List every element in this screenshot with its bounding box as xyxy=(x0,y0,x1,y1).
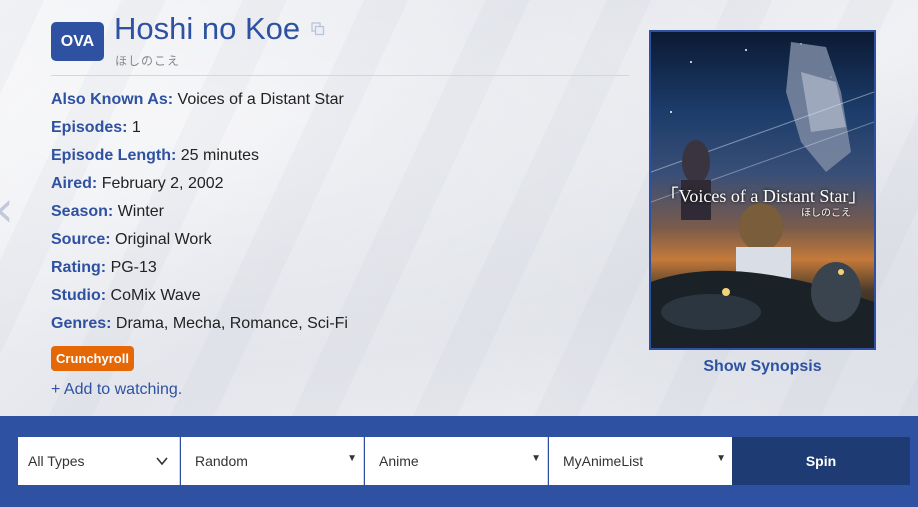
type-filter-select[interactable]: All Types xyxy=(18,437,180,485)
chevron-left-icon[interactable]: ‹ xyxy=(0,184,24,234)
info-row-source: Source: Original Work xyxy=(51,230,348,258)
info-value: Winter xyxy=(117,203,164,220)
info-row-aired: Aired: February 2, 2002 xyxy=(51,174,348,202)
info-key: Episodes: xyxy=(51,119,128,136)
type-badge: OVA xyxy=(51,22,104,61)
info-key: Aired: xyxy=(51,175,98,192)
info-row-episode-length: Episode Length: 25 minutes xyxy=(51,146,348,174)
source-filter-value: MyAnimeList xyxy=(563,453,644,469)
show-synopsis-button[interactable]: Show Synopsis xyxy=(649,358,876,376)
order-filter-value: Random xyxy=(195,453,248,469)
copy-icon[interactable] xyxy=(311,22,325,36)
info-key: Rating: xyxy=(51,259,107,276)
info-row-rating: Rating: PG-13 xyxy=(51,258,348,286)
info-value: 1 xyxy=(131,119,141,136)
caret-down-icon: ▼ xyxy=(347,453,357,464)
info-key: Source: xyxy=(51,231,111,248)
info-key: Studio: xyxy=(51,287,107,304)
media-filter-value: Anime xyxy=(379,453,419,469)
cover-subtitle: ほしのこえ xyxy=(801,208,851,219)
info-value: Original Work xyxy=(115,231,212,248)
info-value: Drama, Mecha, Romance, Sci-Fi xyxy=(115,315,348,332)
info-row-season: Season: Winter xyxy=(51,202,348,230)
source-filter-select[interactable]: MyAnimeList ▼ xyxy=(549,437,732,485)
japanese-title: ほしのこえ xyxy=(115,54,181,68)
info-key: Also Known As: xyxy=(51,91,174,108)
info-list: Also Known As: Voices of a Distant Star … xyxy=(51,90,348,342)
info-value: Voices of a Distant Star xyxy=(177,91,344,108)
type-filter-value: All Types xyxy=(28,453,85,469)
info-value: CoMix Wave xyxy=(110,287,201,304)
info-row-studio: Studio: CoMix Wave xyxy=(51,286,348,314)
info-value: February 2, 2002 xyxy=(101,175,224,192)
info-key: Season: xyxy=(51,203,114,220)
crunchyroll-badge[interactable]: Crunchyroll xyxy=(51,346,134,371)
info-value: 25 minutes xyxy=(180,147,260,164)
caret-down-icon: ▼ xyxy=(716,453,726,464)
media-filter-select[interactable]: Anime ▼ xyxy=(365,437,548,485)
info-key: Genres: xyxy=(51,315,112,332)
caret-down-icon: ▼ xyxy=(531,453,541,464)
info-row-genres: Genres: Drama, Mecha, Romance, Sci-Fi xyxy=(51,314,348,342)
info-value: PG-13 xyxy=(110,259,157,276)
chevron-down-icon xyxy=(156,457,168,466)
info-row-episodes: Episodes: 1 xyxy=(51,118,348,146)
order-filter-select[interactable]: Random ▼ xyxy=(181,437,364,485)
info-key: Episode Length: xyxy=(51,147,177,164)
info-row-also-known-as: Also Known As: Voices of a Distant Star xyxy=(51,90,348,118)
add-to-watching-link[interactable]: + Add to watching. xyxy=(51,381,182,399)
anime-title: Hoshi no Koe xyxy=(114,11,301,46)
cover-image[interactable]: 「Voices of a Distant Star」 ほしのこえ xyxy=(649,30,876,350)
spin-button[interactable]: Spin xyxy=(732,437,910,485)
divider xyxy=(51,75,629,76)
